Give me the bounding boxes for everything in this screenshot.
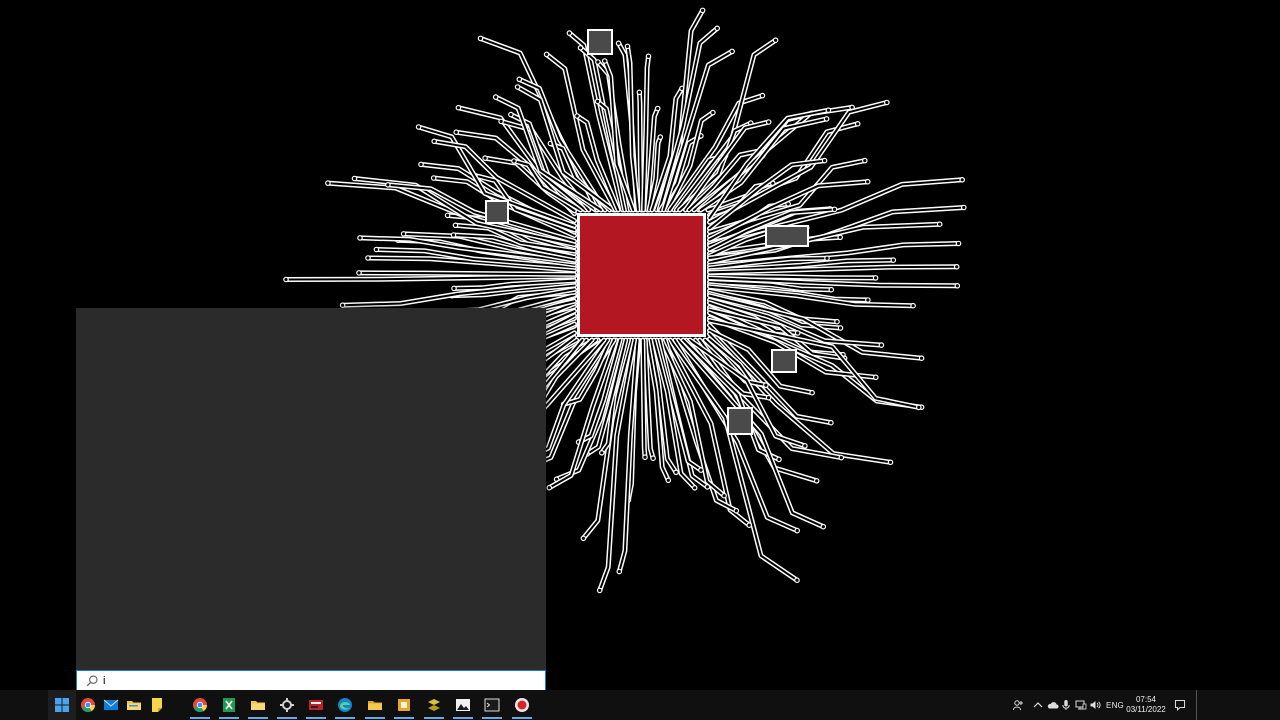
network-button[interactable] — [1074, 690, 1088, 720]
tools-button[interactable] — [273, 690, 301, 720]
file-explorer-2-button[interactable] — [361, 690, 389, 720]
chrome-2-button[interactable] — [186, 690, 214, 720]
microphone-icon — [1062, 700, 1070, 710]
terminal-icon — [484, 698, 500, 712]
clock-button[interactable]: 07:54 03/11/2022 — [1124, 695, 1168, 715]
code-button[interactable] — [420, 690, 448, 720]
image-icon — [456, 699, 470, 711]
search-flyout-panel — [76, 308, 546, 670]
network-icon — [1075, 700, 1087, 710]
folder-icon — [368, 701, 382, 710]
people-icon — [1013, 700, 1023, 711]
recorder-icon — [515, 698, 529, 712]
show-desktop-button[interactable] — [1196, 690, 1199, 720]
folder-icon — [251, 701, 265, 710]
mail-icon — [103, 699, 119, 710]
onedrive-button[interactable] — [1046, 690, 1060, 720]
microphone-button[interactable] — [1060, 690, 1072, 720]
office-icon — [398, 699, 410, 711]
windows-logo-icon — [55, 698, 69, 712]
people-button[interactable] — [1010, 690, 1026, 720]
language-indicator: ENG — [1106, 700, 1124, 710]
chevron-up-icon — [1033, 702, 1043, 708]
folder-button[interactable] — [244, 690, 272, 720]
clock-date: 03/11/2022 — [1126, 705, 1166, 714]
show-hidden-icons-button[interactable] — [1032, 690, 1044, 720]
tools-icon — [280, 698, 294, 712]
edge-icon — [338, 698, 352, 712]
search-box[interactable] — [76, 670, 546, 692]
start-button[interactable] — [48, 690, 76, 720]
spreadsheet-button[interactable] — [215, 690, 243, 720]
media-button[interactable] — [302, 690, 330, 720]
chrome-icon — [193, 698, 208, 713]
media-icon — [309, 700, 323, 710]
sticky-notes-button[interactable] — [143, 690, 171, 720]
edge-button[interactable] — [331, 690, 359, 720]
notification-icon — [1175, 700, 1185, 711]
taskbar: ENG 07:54 03/11/2022 — [0, 690, 1280, 720]
cloud-icon — [1047, 702, 1059, 709]
volume-button[interactable] — [1088, 690, 1102, 720]
code-icon — [428, 699, 440, 711]
terminal-button[interactable] — [478, 690, 506, 720]
input-language-button[interactable]: ENG — [1104, 690, 1126, 720]
chrome-icon — [81, 698, 96, 713]
folder-icon — [127, 701, 141, 710]
search-icon — [86, 675, 98, 687]
spreadsheet-icon — [223, 698, 235, 712]
clock-time: 07:54 — [1135, 695, 1157, 704]
speaker-icon — [1090, 701, 1101, 709]
sticky-note-icon — [152, 698, 162, 712]
photos-button[interactable] — [449, 690, 477, 720]
search-input[interactable] — [103, 675, 503, 687]
recorder-button[interactable] — [508, 690, 536, 720]
action-center-button[interactable] — [1172, 690, 1188, 720]
office-button[interactable] — [390, 690, 418, 720]
